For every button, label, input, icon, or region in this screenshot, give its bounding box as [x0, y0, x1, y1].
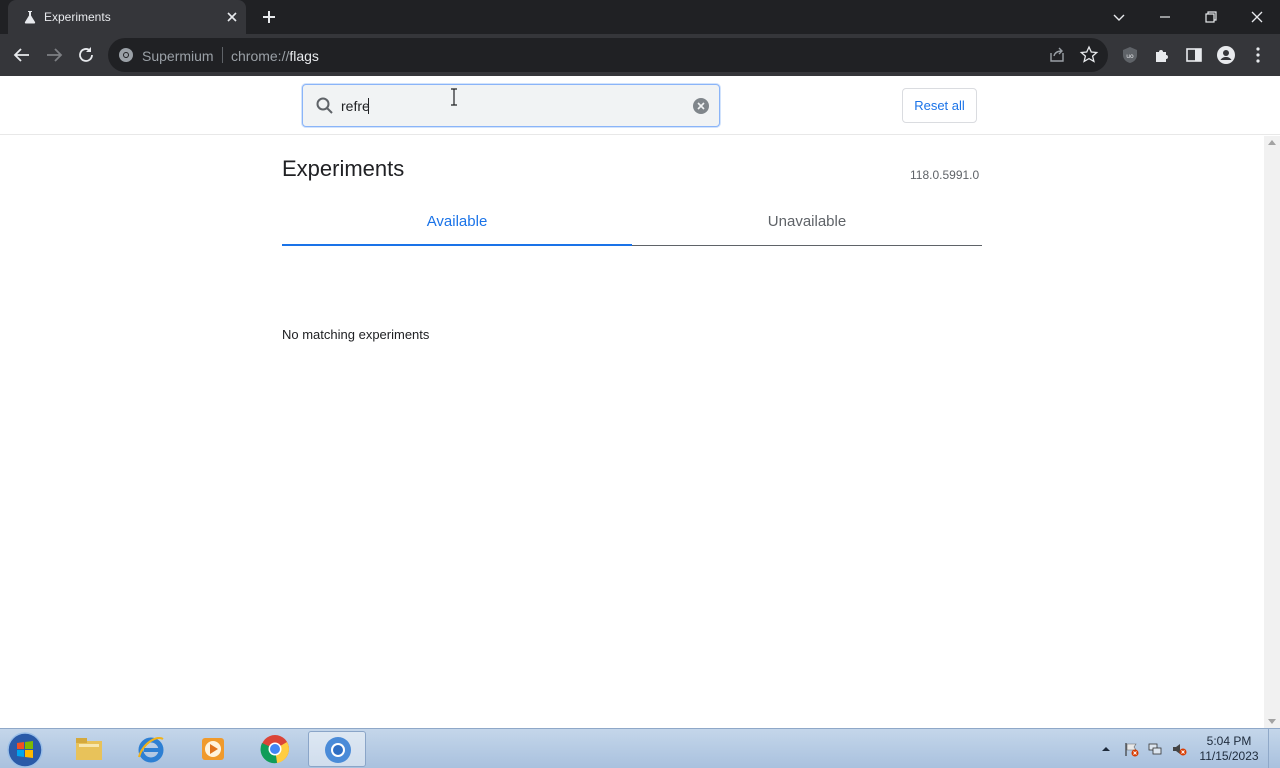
- clock-date: 11/15/2023: [1199, 749, 1259, 763]
- ublock-icon[interactable]: uo: [1119, 44, 1141, 66]
- bookmark-star-icon[interactable]: [1078, 44, 1100, 66]
- svg-text:uo: uo: [1126, 53, 1134, 60]
- chrome-site-icon[interactable]: [118, 47, 134, 63]
- new-tab-icon[interactable]: [260, 8, 278, 26]
- restore-icon[interactable]: [1200, 6, 1222, 28]
- search-box[interactable]: [302, 84, 720, 127]
- taskbar-internet-explorer[interactable]: [122, 731, 180, 767]
- menu-kebab-icon[interactable]: [1247, 44, 1269, 66]
- action-center-flag-icon[interactable]: [1123, 741, 1139, 757]
- media-player-icon: [202, 738, 224, 760]
- text-cursor-icon: [451, 88, 457, 106]
- system-clock[interactable]: 5:04 PM 11/15/2023: [1196, 734, 1262, 764]
- tab-title: Experiments: [44, 10, 111, 24]
- close-window-icon[interactable]: [1246, 6, 1268, 28]
- search-icon: [316, 97, 333, 114]
- minimize-icon[interactable]: [1154, 6, 1176, 28]
- tab-search-chevron-icon[interactable]: [1108, 6, 1130, 28]
- network-icon[interactable]: [1147, 741, 1163, 757]
- taskbar-chrome[interactable]: [246, 731, 304, 767]
- start-orb-icon[interactable]: [6, 731, 44, 768]
- flags-content: Experiments 118.0.5991.0 Available Unava…: [0, 136, 1264, 728]
- url-host: flags: [289, 48, 319, 64]
- internet-explorer-icon: [138, 737, 164, 763]
- browser-tab-strip: Experiments: [0, 0, 1280, 34]
- address-bar[interactable]: Supermium chrome://flags: [108, 38, 1108, 72]
- flags-header: Reset all: [0, 76, 1280, 135]
- page-scrollbar[interactable]: [1264, 136, 1280, 728]
- volume-muted-icon[interactable]: [1171, 741, 1187, 757]
- clear-search-icon[interactable]: [692, 97, 710, 115]
- empty-message: No matching experiments: [282, 327, 430, 342]
- back-icon[interactable]: [11, 44, 33, 66]
- version-label: 118.0.5991.0: [910, 168, 980, 182]
- address-separator: [222, 47, 223, 63]
- show-hidden-icons-icon[interactable]: [1098, 741, 1114, 757]
- search-input[interactable]: [341, 96, 681, 116]
- close-tab-icon[interactable]: [224, 9, 240, 25]
- show-desktop-button[interactable]: [1268, 729, 1280, 768]
- flask-icon: [24, 11, 36, 24]
- supermium-icon: [325, 737, 351, 763]
- side-panel-icon[interactable]: [1183, 44, 1205, 66]
- text-caret: [368, 98, 369, 114]
- taskbar-media-player[interactable]: [184, 731, 242, 767]
- clock-time: 5:04 PM: [1206, 734, 1252, 748]
- taskbar-supermium[interactable]: [308, 731, 366, 767]
- url-scheme: chrome://: [231, 48, 290, 64]
- page-title: Experiments: [282, 156, 405, 181]
- chrome-icon: [260, 735, 289, 764]
- browser-tab-experiments[interactable]: Experiments: [8, 0, 246, 34]
- extensions-puzzle-icon[interactable]: [1151, 44, 1173, 66]
- folder-icon: [76, 738, 102, 760]
- scroll-up-arrow[interactable]: [1268, 140, 1276, 145]
- scroll-down-arrow[interactable]: [1268, 719, 1276, 724]
- browser-toolbar: Supermium chrome://flags uo: [0, 34, 1280, 76]
- tab-unavailable[interactable]: Unavailable: [632, 206, 982, 245]
- url-text[interactable]: chrome://flags: [231, 48, 319, 64]
- reset-all-button[interactable]: Reset all: [902, 88, 977, 123]
- reload-icon[interactable]: [75, 44, 97, 66]
- forward-icon[interactable]: [43, 44, 65, 66]
- share-icon[interactable]: [1046, 44, 1068, 66]
- site-label: Supermium: [142, 48, 214, 64]
- windows-taskbar: 5:04 PM 11/15/2023: [0, 728, 1280, 768]
- experiments-tabs: Available Unavailable: [282, 206, 982, 246]
- profile-avatar-icon[interactable]: [1215, 44, 1237, 66]
- tab-available[interactable]: Available: [282, 206, 632, 246]
- taskbar-file-explorer[interactable]: [60, 731, 118, 767]
